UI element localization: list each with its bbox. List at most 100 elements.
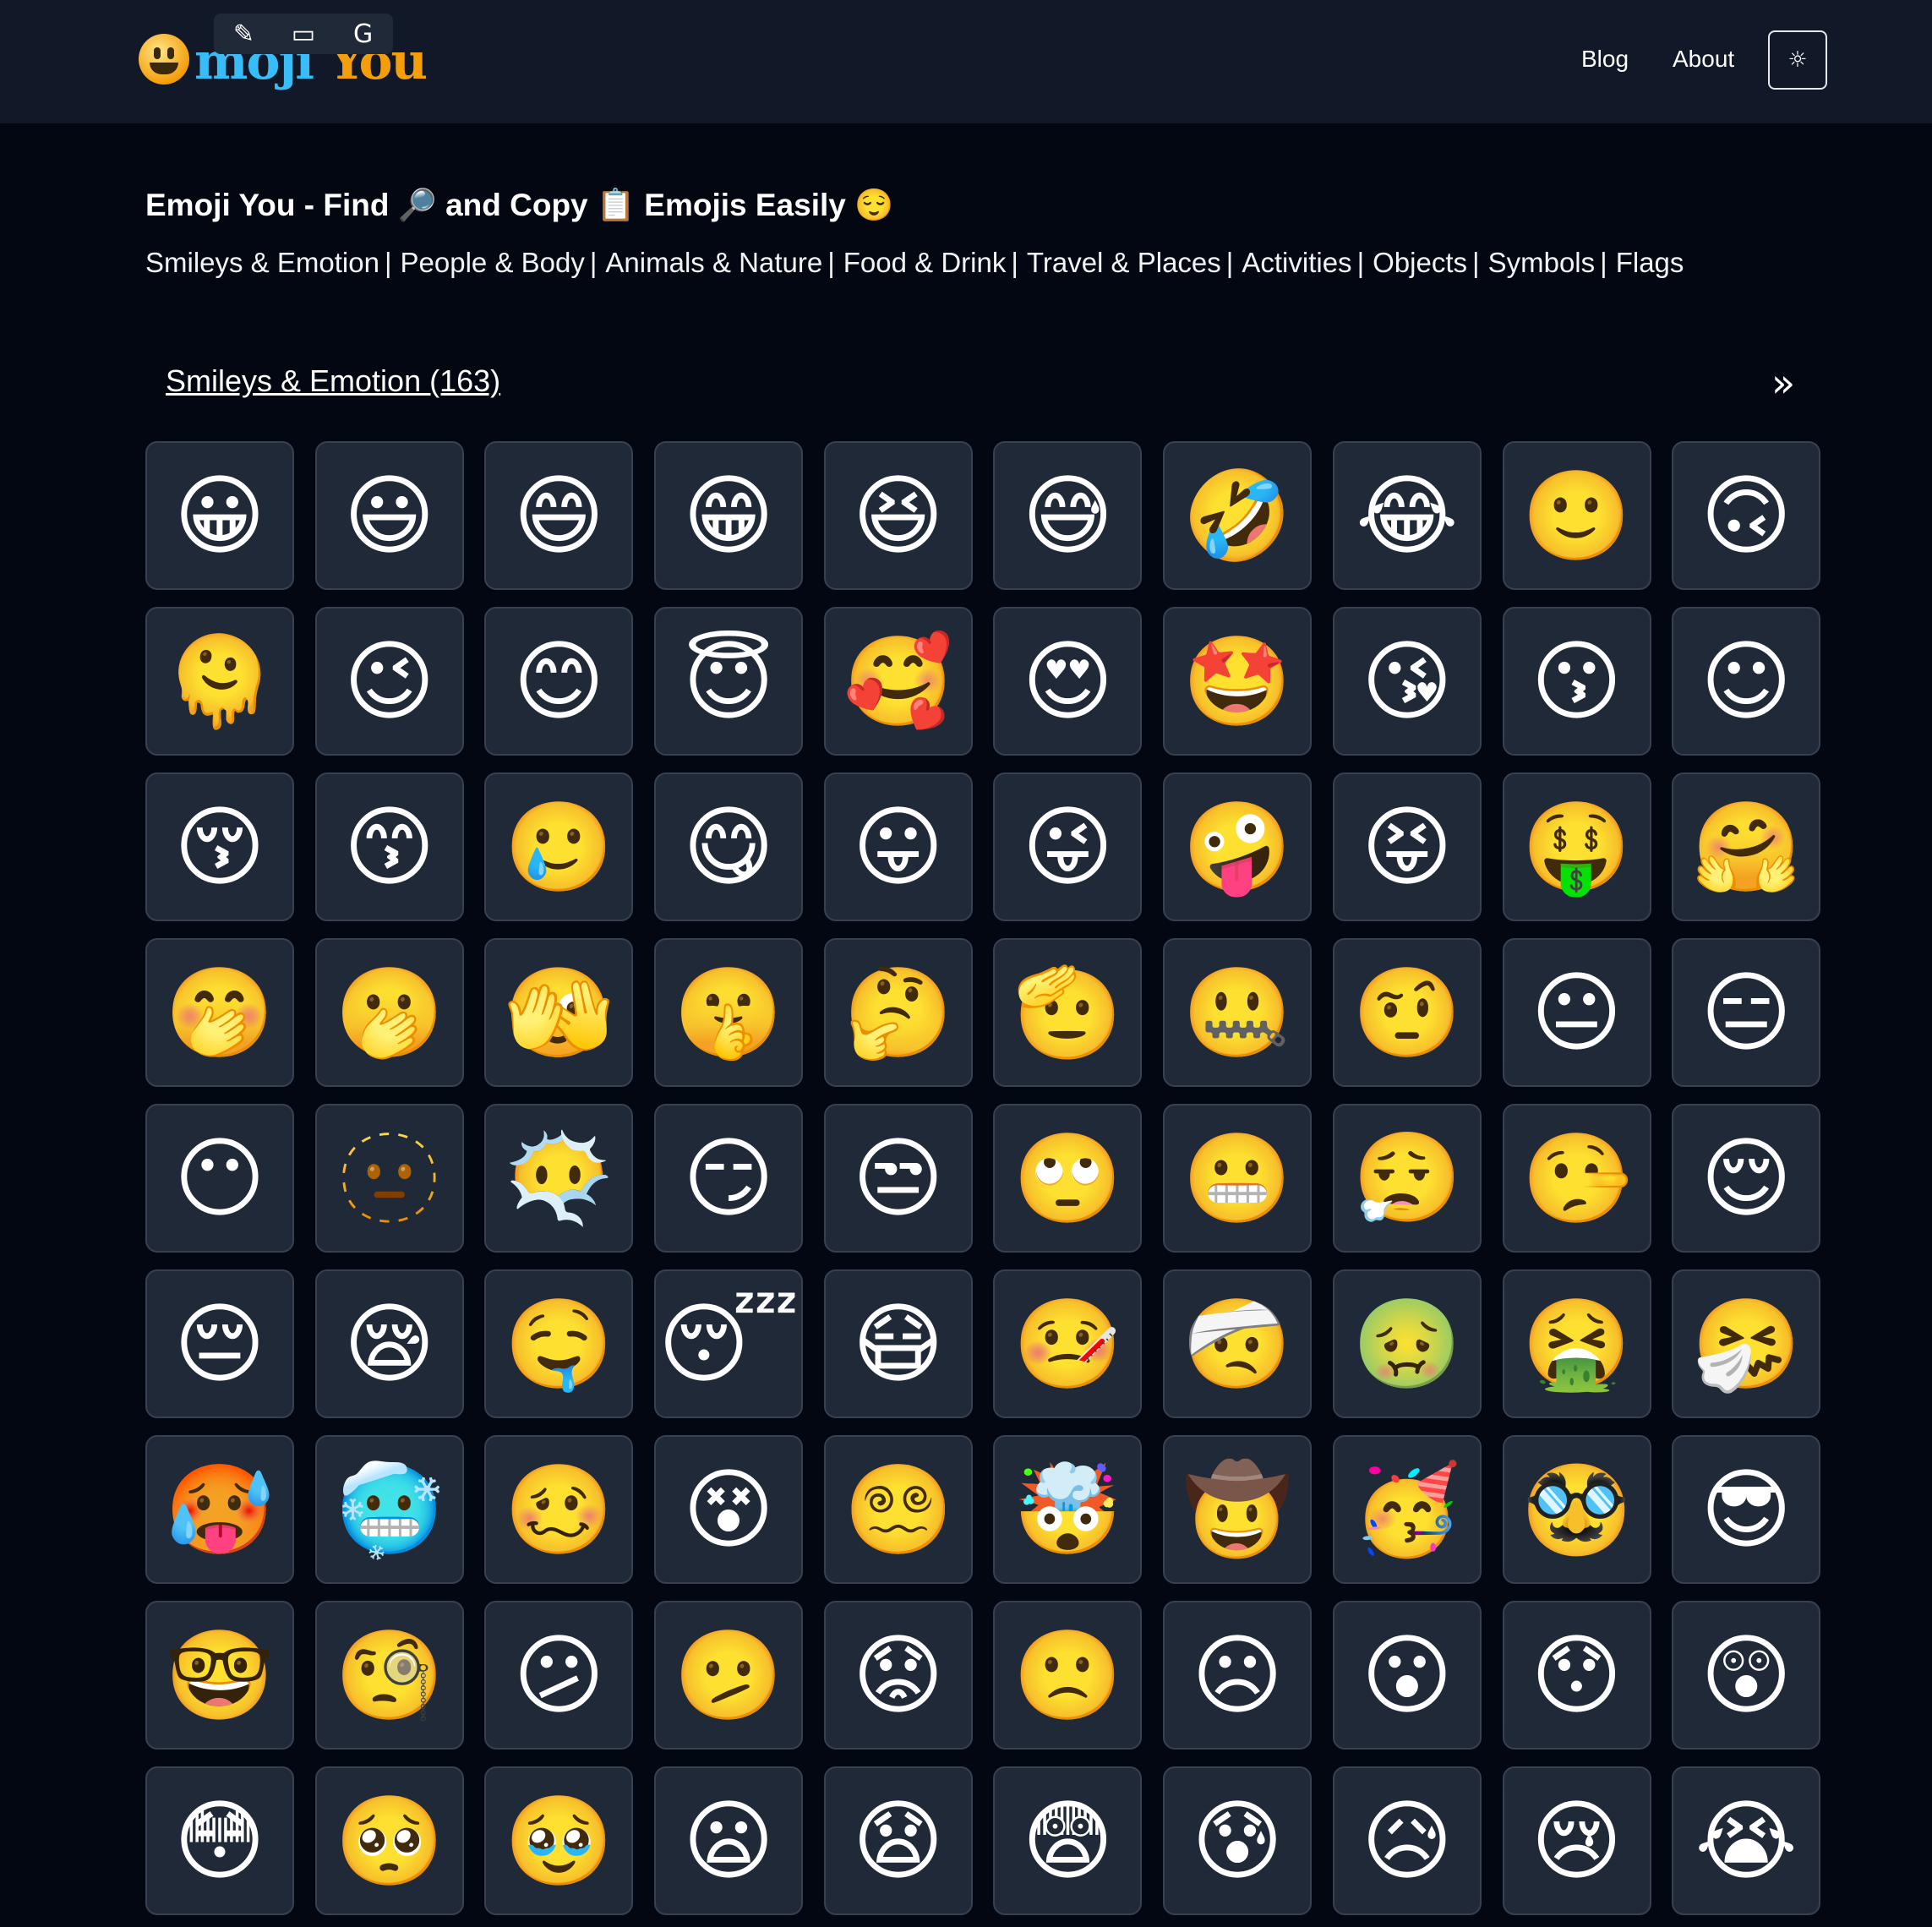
emoji-tile[interactable]: 😪 bbox=[314, 1269, 464, 1418]
emoji-tile[interactable]: 😕 bbox=[484, 1601, 634, 1750]
emoji-tile[interactable]: 🤭 bbox=[145, 938, 294, 1087]
emoji-tile[interactable]: 🥵 bbox=[145, 1435, 294, 1584]
emoji-tile[interactable]: 🫤 bbox=[654, 1601, 804, 1750]
emoji-tile[interactable]: 😗 bbox=[1502, 607, 1651, 756]
emoji-tile[interactable]: 😉 bbox=[314, 607, 464, 756]
emoji-tile[interactable]: 😑 bbox=[1672, 938, 1821, 1087]
emoji-tile[interactable]: 🙄 bbox=[993, 1104, 1143, 1253]
emoji-tile[interactable]: 😛 bbox=[823, 772, 973, 921]
category-link[interactable]: Objects bbox=[1373, 247, 1467, 278]
emoji-tile[interactable]: 🤯 bbox=[993, 1435, 1143, 1584]
category-link[interactable]: Travel & Places bbox=[1027, 247, 1221, 278]
emoji-tile[interactable]: 😅 bbox=[993, 441, 1143, 590]
emoji-tile[interactable]: 🤩 bbox=[1163, 607, 1313, 756]
emoji-tile[interactable]: 😄 bbox=[484, 441, 634, 590]
emoji-tile[interactable]: 🫡 bbox=[993, 938, 1143, 1087]
emoji-tile[interactable]: 🤑 bbox=[1502, 772, 1651, 921]
emoji-tile[interactable]: 🥴 bbox=[484, 1435, 634, 1584]
emoji-tile[interactable]: 😯 bbox=[1502, 1601, 1651, 1750]
emoji-tile[interactable]: 😮 bbox=[1332, 1601, 1482, 1750]
emoji-tile[interactable]: 🥹 bbox=[484, 1766, 634, 1915]
emoji-tile[interactable]: ☹ bbox=[1163, 1601, 1313, 1750]
category-link[interactable]: Smileys & Emotion bbox=[145, 247, 379, 278]
emoji-tile[interactable]: 😏 bbox=[654, 1104, 804, 1253]
emoji-tile[interactable]: 😳 bbox=[145, 1766, 294, 1915]
emoji-tile[interactable]: 🤣 bbox=[1163, 441, 1313, 590]
emoji-tile[interactable]: 🧐 bbox=[314, 1601, 464, 1750]
emoji-tile[interactable]: 🥺 bbox=[314, 1766, 464, 1915]
emoji-tile[interactable]: 🫢 bbox=[314, 938, 464, 1087]
emoji-tile[interactable]: 🤪 bbox=[1163, 772, 1313, 921]
emoji-tile[interactable]: 😢 bbox=[1502, 1766, 1651, 1915]
emoji-tile[interactable]: 🥲 bbox=[484, 772, 634, 921]
emoji-tile[interactable]: 🙁 bbox=[993, 1601, 1143, 1750]
category-link[interactable]: People & Body bbox=[401, 247, 585, 278]
emoji-tile[interactable]: 😝 bbox=[1332, 772, 1482, 921]
emoji-tile[interactable]: 😍 bbox=[993, 607, 1143, 756]
emoji-tile[interactable]: 🫣 bbox=[484, 938, 634, 1087]
emoji-tile[interactable]: 😘 bbox=[1332, 607, 1482, 756]
emoji-tile[interactable]: 😙 bbox=[314, 772, 464, 921]
emoji-tile[interactable]: 😬 bbox=[1163, 1104, 1313, 1253]
emoji-tile[interactable]: 😦 bbox=[654, 1766, 804, 1915]
category-link[interactable]: Animals & Nature bbox=[605, 247, 822, 278]
emoji-tile[interactable]: 🤠 bbox=[1163, 1435, 1313, 1584]
emoji-tile[interactable]: 😰 bbox=[1163, 1766, 1313, 1915]
emoji-tile[interactable]: 🤢 bbox=[1332, 1269, 1482, 1418]
emoji-tile[interactable]: 😊 bbox=[484, 607, 634, 756]
emoji-tile[interactable]: 😮‍💨 bbox=[1332, 1104, 1482, 1253]
next-section-icon[interactable]: » bbox=[1771, 360, 1795, 406]
nav-about-link[interactable]: About bbox=[1673, 46, 1734, 73]
emoji-tile[interactable]: ☺ bbox=[1672, 607, 1821, 756]
emoji-tile[interactable]: 😂 bbox=[1332, 441, 1482, 590]
emoji-tile[interactable]: 😐 bbox=[1502, 938, 1651, 1087]
emoji-tile[interactable]: 🤓 bbox=[145, 1601, 294, 1750]
emoji-tile[interactable]: 🫥 bbox=[314, 1104, 464, 1253]
emoji-tile[interactable]: 🥸 bbox=[1502, 1435, 1651, 1584]
emoji-tile[interactable]: 😃 bbox=[314, 441, 464, 590]
emoji-tile[interactable]: 😟 bbox=[823, 1601, 973, 1750]
emoji-tile[interactable]: 😚 bbox=[145, 772, 294, 921]
emoji-tile[interactable]: 😀 bbox=[145, 441, 294, 590]
emoji-tile[interactable]: 🤕 bbox=[1163, 1269, 1313, 1418]
emoji-tile[interactable]: 😇 bbox=[654, 607, 804, 756]
emoji-tile[interactable]: 🤗 bbox=[1672, 772, 1821, 921]
category-link[interactable]: Symbols bbox=[1488, 247, 1596, 278]
emoji-tile[interactable]: 😔 bbox=[145, 1269, 294, 1418]
emoji-tile[interactable]: 😭 bbox=[1672, 1766, 1821, 1915]
highlighter-icon[interactable]: ✎ bbox=[223, 19, 264, 49]
emoji-tile[interactable]: 😋 bbox=[654, 772, 804, 921]
emoji-tile[interactable]: 🥰 bbox=[823, 607, 973, 756]
emoji-tile[interactable]: 😥 bbox=[1332, 1766, 1482, 1915]
emoji-tile[interactable]: 😨 bbox=[993, 1766, 1143, 1915]
category-link[interactable]: Flags bbox=[1616, 247, 1684, 278]
emoji-tile[interactable]: 😌 bbox=[1672, 1104, 1821, 1253]
emoji-tile[interactable]: 😁 bbox=[654, 441, 804, 590]
emoji-tile[interactable]: 🤨 bbox=[1332, 938, 1482, 1087]
emoji-tile[interactable]: 😧 bbox=[823, 1766, 973, 1915]
emoji-tile[interactable]: 🥶 bbox=[314, 1435, 464, 1584]
emoji-tile[interactable]: 😆 bbox=[823, 441, 973, 590]
emoji-tile[interactable]: 🤮 bbox=[1502, 1269, 1651, 1418]
emoji-tile[interactable]: 😶 bbox=[145, 1104, 294, 1253]
emoji-tile[interactable]: 🥳 bbox=[1332, 1435, 1482, 1584]
emoji-tile[interactable]: 😜 bbox=[993, 772, 1143, 921]
emoji-tile[interactable]: 😴 bbox=[654, 1269, 804, 1418]
emoji-tile[interactable]: 😒 bbox=[823, 1104, 973, 1253]
comment-icon[interactable]: ▭ bbox=[283, 19, 324, 49]
nav-blog-link[interactable]: Blog bbox=[1581, 46, 1629, 73]
emoji-tile[interactable]: 😶‍🌫️ bbox=[484, 1104, 634, 1253]
emoji-tile[interactable]: 🤧 bbox=[1672, 1269, 1821, 1418]
emoji-tile[interactable]: 🙂 bbox=[1502, 441, 1651, 590]
emoji-tile[interactable]: 🫠 bbox=[145, 607, 294, 756]
google-icon[interactable]: G bbox=[343, 19, 384, 49]
theme-toggle-button[interactable]: ☼ bbox=[1768, 30, 1827, 90]
emoji-tile[interactable]: 🤐 bbox=[1163, 938, 1313, 1087]
emoji-tile[interactable]: 🤒 bbox=[993, 1269, 1143, 1418]
emoji-tile[interactable]: 😲 bbox=[1672, 1601, 1821, 1750]
emoji-tile[interactable]: 🤤 bbox=[484, 1269, 634, 1418]
emoji-tile[interactable]: 😵‍💫 bbox=[823, 1435, 973, 1584]
emoji-tile[interactable]: 🤫 bbox=[654, 938, 804, 1087]
emoji-tile[interactable]: 😵 bbox=[654, 1435, 804, 1584]
category-link[interactable]: Activities bbox=[1242, 247, 1351, 278]
